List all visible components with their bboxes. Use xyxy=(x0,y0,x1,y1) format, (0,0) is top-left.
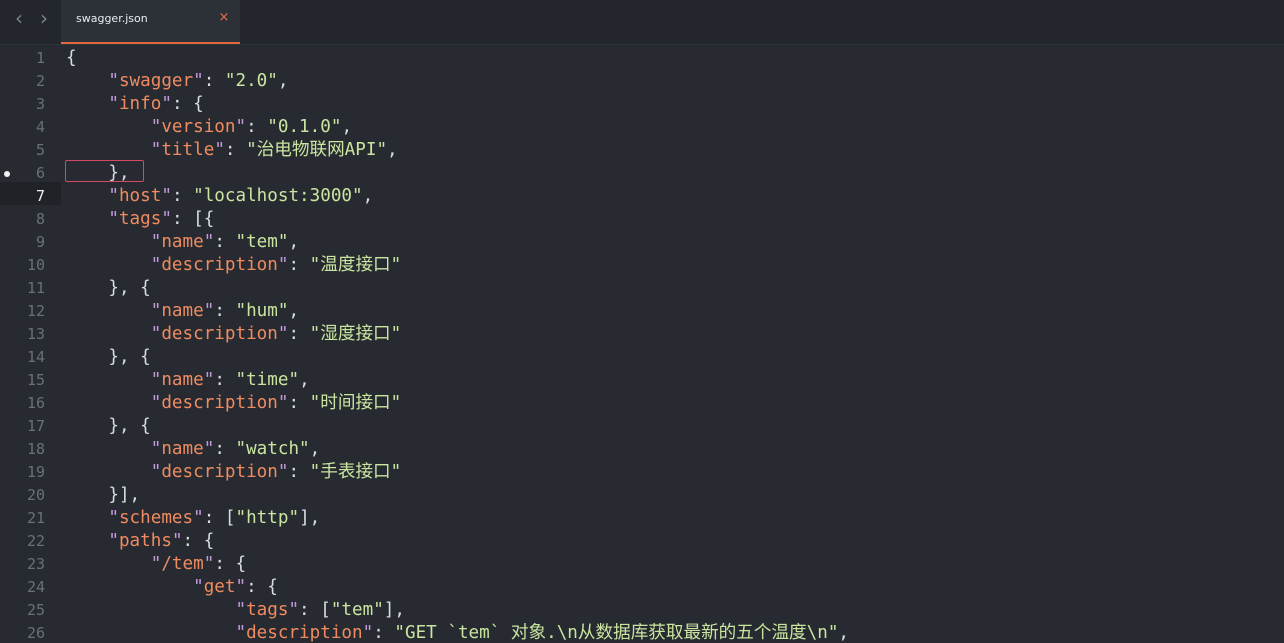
line-number: 26 xyxy=(26,624,45,642)
line-number: 5 xyxy=(35,141,45,159)
line-number: 1 xyxy=(35,49,45,67)
tab-title: swagger.json xyxy=(76,12,148,25)
code-line[interactable]: 15 "name": "time", xyxy=(0,369,1284,392)
code-text: "schemes": ["http"], xyxy=(108,508,321,528)
code-text: "host": "localhost:3000", xyxy=(108,186,374,206)
tab-swagger-json[interactable]: swagger.json × xyxy=(61,0,240,44)
code-text: "tags": ["tem"], xyxy=(235,600,405,620)
code-text: "title": "治电物联网API", xyxy=(150,140,398,160)
code-text: { xyxy=(66,48,77,68)
line-number: 8 xyxy=(35,210,45,228)
code-line[interactable]: 21 "schemes": ["http"], xyxy=(0,507,1284,530)
code-line[interactable]: 12 "name": "hum", xyxy=(0,300,1284,323)
code-line[interactable]: 5 "title": "治电物联网API", xyxy=(0,139,1284,162)
code-line[interactable]: 2 "swagger": "2.0", xyxy=(0,70,1284,93)
line-number: 2 xyxy=(35,72,45,90)
code-text: "description": "时间接口" xyxy=(150,393,402,413)
code-text: "name": "hum", xyxy=(150,301,300,321)
code-text: "description": "湿度接口" xyxy=(150,324,402,344)
line-number: 25 xyxy=(26,601,45,619)
line-number: 21 xyxy=(26,509,45,527)
code-text: "/tem": { xyxy=(150,554,247,574)
code-line[interactable]: 18 "name": "watch", xyxy=(0,438,1284,461)
code-text: "description": "手表接口" xyxy=(150,462,402,482)
active-tab-indicator xyxy=(61,42,240,44)
code-text: "info": { xyxy=(108,94,204,114)
chevron-left-icon[interactable]: ‹ xyxy=(8,8,30,30)
code-text: "get": { xyxy=(193,577,278,597)
code-line[interactable]: 23 "/tem": { xyxy=(0,553,1284,576)
code-line[interactable]: 20 }], xyxy=(0,484,1284,507)
code-line[interactable]: 3 "info": { xyxy=(0,93,1284,116)
code-line[interactable]: 17 }, { xyxy=(0,415,1284,438)
code-line[interactable]: 16 "description": "时间接口" xyxy=(0,392,1284,415)
code-text: }, { xyxy=(66,416,151,436)
code-line[interactable]: 25 "tags": ["tem"], xyxy=(0,599,1284,622)
line-number: 14 xyxy=(26,348,45,366)
line-number: 17 xyxy=(26,417,45,435)
line-number: 13 xyxy=(26,325,45,343)
code-text: "name": "tem", xyxy=(150,232,300,252)
code-text: "paths": { xyxy=(108,531,215,551)
code-line[interactable]: 10 "description": "温度接口" xyxy=(0,254,1284,277)
line-number: 16 xyxy=(26,394,45,412)
code-line[interactable]: 14 }, { xyxy=(0,346,1284,369)
line-number: 24 xyxy=(26,578,45,596)
close-icon[interactable]: × xyxy=(217,9,231,27)
line-number: 18 xyxy=(26,440,45,458)
line-number: 12 xyxy=(26,302,45,320)
code-line[interactable]: 13 "description": "湿度接口" xyxy=(0,323,1284,346)
line-number: 7 xyxy=(35,187,45,205)
code-line[interactable]: 26 "description": "GET `tem` 对象.\n从数据库获取… xyxy=(0,622,1284,643)
line-number: 22 xyxy=(26,532,45,550)
line-number: 9 xyxy=(35,233,45,251)
line-number: 11 xyxy=(26,279,45,297)
code-line[interactable]: 7 "host": "localhost:3000", xyxy=(0,185,1284,208)
code-editor[interactable]: 1{2 "swagger": "2.0", 3 "info": {4 "versi… xyxy=(0,45,1284,643)
line-number: 6 xyxy=(35,164,45,182)
code-line[interactable]: 19 "description": "手表接口" xyxy=(0,461,1284,484)
code-text: "description": "GET `tem` 对象.\n从数据库获取最新的… xyxy=(235,623,850,643)
code-text: }, { xyxy=(66,347,151,367)
code-text: "tags": [{ xyxy=(108,209,215,229)
code-text: "description": "温度接口" xyxy=(150,255,402,275)
line-number: 20 xyxy=(26,486,45,504)
code-line[interactable]: 11 }, { xyxy=(0,277,1284,300)
line-number: 10 xyxy=(26,256,45,274)
code-text: "version": "0.1.0", xyxy=(150,117,353,137)
code-text: "name": "time", xyxy=(150,370,310,390)
code-text: }, { xyxy=(66,278,151,298)
code-line[interactable]: 24 "get": { xyxy=(0,576,1284,599)
tab-bar: ‹ › swagger.json × xyxy=(0,0,1284,45)
code-line[interactable]: 8 "tags": [{ xyxy=(0,208,1284,231)
code-text: "name": "watch", xyxy=(150,439,321,459)
code-line[interactable]: 6 }, xyxy=(0,162,1284,185)
code-line[interactable]: 9 "name": "tem", xyxy=(0,231,1284,254)
editor-window: ‹ › swagger.json × 1{2 "swagger": "2.0",… xyxy=(0,0,1284,643)
code-line[interactable]: 1{ xyxy=(0,47,1284,70)
line-number: 3 xyxy=(35,95,45,113)
line-number: 15 xyxy=(26,371,45,389)
code-text: "swagger": "2.0", xyxy=(108,71,289,91)
line-number: 23 xyxy=(26,555,45,573)
chevron-right-icon[interactable]: › xyxy=(33,8,55,30)
code-text: }], xyxy=(66,485,141,505)
code-line[interactable]: 22 "paths": { xyxy=(0,530,1284,553)
code-lines: 1{2 "swagger": "2.0", 3 "info": {4 "versi… xyxy=(0,47,1284,643)
bracket-match-highlight xyxy=(65,160,144,182)
line-number: 4 xyxy=(35,118,45,136)
line-number: 19 xyxy=(26,463,45,481)
code-line[interactable]: 4 "version": "0.1.0", xyxy=(0,116,1284,139)
